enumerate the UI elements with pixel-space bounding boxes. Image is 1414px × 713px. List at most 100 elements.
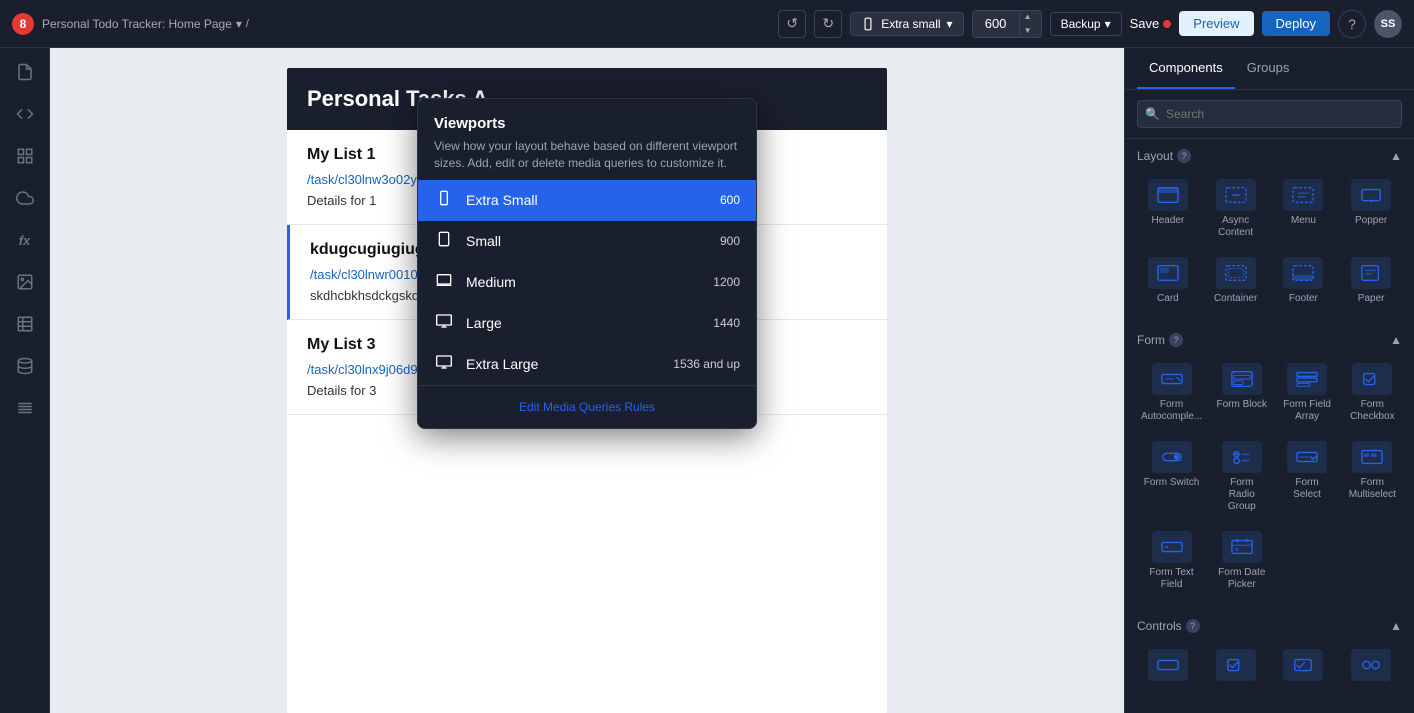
wide-desktop-icon bbox=[434, 354, 454, 375]
left-sidebar: fx bbox=[0, 48, 50, 713]
viewport-selector[interactable]: Extra small ▾ bbox=[850, 12, 963, 36]
deploy-button[interactable]: Deploy bbox=[1262, 11, 1330, 36]
component-form-autocomplete-label: Form Autocomple... bbox=[1141, 399, 1202, 423]
component-paper[interactable]: Paper bbox=[1340, 251, 1402, 311]
controls-section-toggle[interactable]: ▲ bbox=[1390, 619, 1402, 633]
canvas-area[interactable]: Personal Tasks A My List 1 /task/cl30lnw… bbox=[50, 48, 1124, 713]
controls-section-title: Controls bbox=[1137, 619, 1182, 633]
form-components-grid: Form Autocomple... Form Block Form Field… bbox=[1137, 357, 1402, 597]
topbar: 8 Personal Todo Tracker: Home Page ▾ / ↺… bbox=[0, 0, 1414, 48]
component-footer[interactable]: Footer bbox=[1273, 251, 1335, 311]
viewport-extra-large[interactable]: Extra Large 1536 and up bbox=[418, 344, 756, 385]
component-control-1[interactable] bbox=[1137, 643, 1199, 691]
database-icon[interactable] bbox=[13, 354, 37, 378]
preview-button[interactable]: Preview bbox=[1179, 11, 1253, 36]
search-input[interactable] bbox=[1137, 100, 1402, 128]
component-form-text-field[interactable]: Form Text Field bbox=[1137, 525, 1206, 597]
component-control-3[interactable] bbox=[1273, 643, 1335, 691]
size-input[interactable] bbox=[973, 16, 1019, 31]
component-paper-label: Paper bbox=[1358, 293, 1385, 305]
viewport-large[interactable]: Large 1440 bbox=[418, 303, 756, 344]
layout-section-title: Layout bbox=[1137, 149, 1173, 163]
image-icon[interactable] bbox=[13, 270, 37, 294]
component-header[interactable]: Header bbox=[1137, 173, 1199, 245]
popup-title: Viewports bbox=[434, 115, 740, 132]
table-icon[interactable] bbox=[13, 312, 37, 336]
component-form-switch-label: Form Switch bbox=[1144, 477, 1200, 489]
component-header-label: Header bbox=[1151, 215, 1184, 227]
search-icon: 🔍 bbox=[1145, 107, 1160, 121]
viewport-popup: Viewports View how your layout behave ba… bbox=[417, 98, 757, 429]
component-control-4[interactable] bbox=[1340, 643, 1402, 691]
save-indicator bbox=[1163, 20, 1171, 28]
component-form-block-label: Form Block bbox=[1217, 399, 1268, 411]
cloud-icon[interactable] bbox=[13, 186, 37, 210]
form-help-icon[interactable]: ? bbox=[1169, 333, 1183, 347]
popup-header: Viewports View how your layout behave ba… bbox=[418, 99, 756, 180]
component-form-checkbox[interactable]: Form Checkbox bbox=[1343, 357, 1402, 429]
size-up-button[interactable]: ▲ bbox=[1020, 10, 1036, 24]
component-container[interactable]: Container bbox=[1205, 251, 1267, 311]
edit-media-queries-link[interactable]: Edit Media Queries Rules bbox=[519, 400, 655, 414]
viewport-medium[interactable]: Medium 1200 bbox=[418, 262, 756, 303]
component-form-field-array-label: Form Field Array bbox=[1281, 399, 1332, 423]
component-container-label: Container bbox=[1214, 293, 1257, 305]
component-form-checkbox-label: Form Checkbox bbox=[1347, 399, 1398, 423]
avatar: SS bbox=[1374, 10, 1402, 38]
component-form-switch[interactable]: Form Switch bbox=[1137, 435, 1206, 519]
save-button[interactable]: Save bbox=[1130, 16, 1172, 31]
size-down-button[interactable]: ▼ bbox=[1020, 24, 1036, 38]
project-title: Personal Todo Tracker: Home Page ▾ / bbox=[42, 17, 249, 31]
layout-section-toggle[interactable]: ▲ bbox=[1390, 149, 1402, 163]
component-control-2[interactable] bbox=[1205, 643, 1267, 691]
component-popper[interactable]: Popper bbox=[1340, 173, 1402, 245]
help-button[interactable]: ? bbox=[1338, 10, 1366, 38]
component-form-multiselect[interactable]: Form Multiselect bbox=[1343, 435, 1402, 519]
component-form-select-label: Form Select bbox=[1281, 477, 1332, 501]
layout-help-icon[interactable]: ? bbox=[1177, 149, 1191, 163]
backup-button[interactable]: Backup ▾ bbox=[1050, 12, 1122, 36]
component-menu-label: Menu bbox=[1291, 215, 1316, 227]
form-section-toggle[interactable]: ▲ bbox=[1390, 333, 1402, 347]
components-icon[interactable] bbox=[13, 144, 37, 168]
notification-badge: 8 bbox=[12, 13, 34, 35]
component-form-radio-group[interactable]: Form Radio Group bbox=[1212, 435, 1271, 519]
component-form-select[interactable]: Form Select bbox=[1277, 435, 1336, 519]
right-sidebar: Components Groups 🔍 Layout ? ▲ bbox=[1124, 48, 1414, 713]
controls-help-icon[interactable]: ? bbox=[1186, 619, 1200, 633]
desktop-icon bbox=[434, 313, 454, 334]
component-card[interactable]: Card bbox=[1137, 251, 1199, 311]
component-form-block[interactable]: Form Block bbox=[1212, 357, 1271, 429]
laptop-icon bbox=[434, 272, 454, 293]
component-form-radio-group-label: Form Radio Group bbox=[1216, 477, 1267, 513]
component-form-date-picker-label: Form Date Picker bbox=[1216, 567, 1267, 591]
controls-components-grid bbox=[1137, 643, 1402, 691]
form-section-title: Form bbox=[1137, 333, 1165, 347]
sidebar-tabs: Components Groups bbox=[1125, 48, 1414, 90]
form-section: Form ? ▲ Form Autocomple... bbox=[1125, 323, 1414, 609]
component-footer-label: Footer bbox=[1289, 293, 1318, 305]
filter-icon[interactable] bbox=[13, 396, 37, 420]
component-form-field-array[interactable]: Form Field Array bbox=[1277, 357, 1336, 429]
layout-components-grid: Header Async Content Menu bbox=[1137, 173, 1402, 311]
component-menu[interactable]: Menu bbox=[1273, 173, 1335, 245]
tab-components[interactable]: Components bbox=[1137, 48, 1235, 89]
tablet-icon bbox=[434, 231, 454, 252]
code-icon[interactable] bbox=[13, 102, 37, 126]
mobile-icon bbox=[861, 17, 875, 31]
viewport-extra-small[interactable]: Extra Small 600 bbox=[418, 180, 756, 221]
component-form-date-picker[interactable]: Form Date Picker bbox=[1212, 525, 1271, 597]
mobile-small-icon bbox=[434, 190, 454, 211]
function-icon[interactable]: fx bbox=[13, 228, 37, 252]
component-form-multiselect-label: Form Multiselect bbox=[1347, 477, 1398, 501]
component-form-text-field-label: Form Text Field bbox=[1141, 567, 1202, 591]
viewport-small[interactable]: Small 900 bbox=[418, 221, 756, 262]
redo-button[interactable]: ↻ bbox=[814, 10, 842, 38]
size-input-wrapper: ▲ ▼ bbox=[972, 10, 1042, 38]
tab-groups[interactable]: Groups bbox=[1235, 48, 1302, 89]
undo-button[interactable]: ↺ bbox=[778, 10, 806, 38]
search-container: 🔍 bbox=[1125, 90, 1414, 139]
component-async-content[interactable]: Async Content bbox=[1205, 173, 1267, 245]
pages-icon[interactable] bbox=[13, 60, 37, 84]
component-form-autocomplete[interactable]: Form Autocomple... bbox=[1137, 357, 1206, 429]
